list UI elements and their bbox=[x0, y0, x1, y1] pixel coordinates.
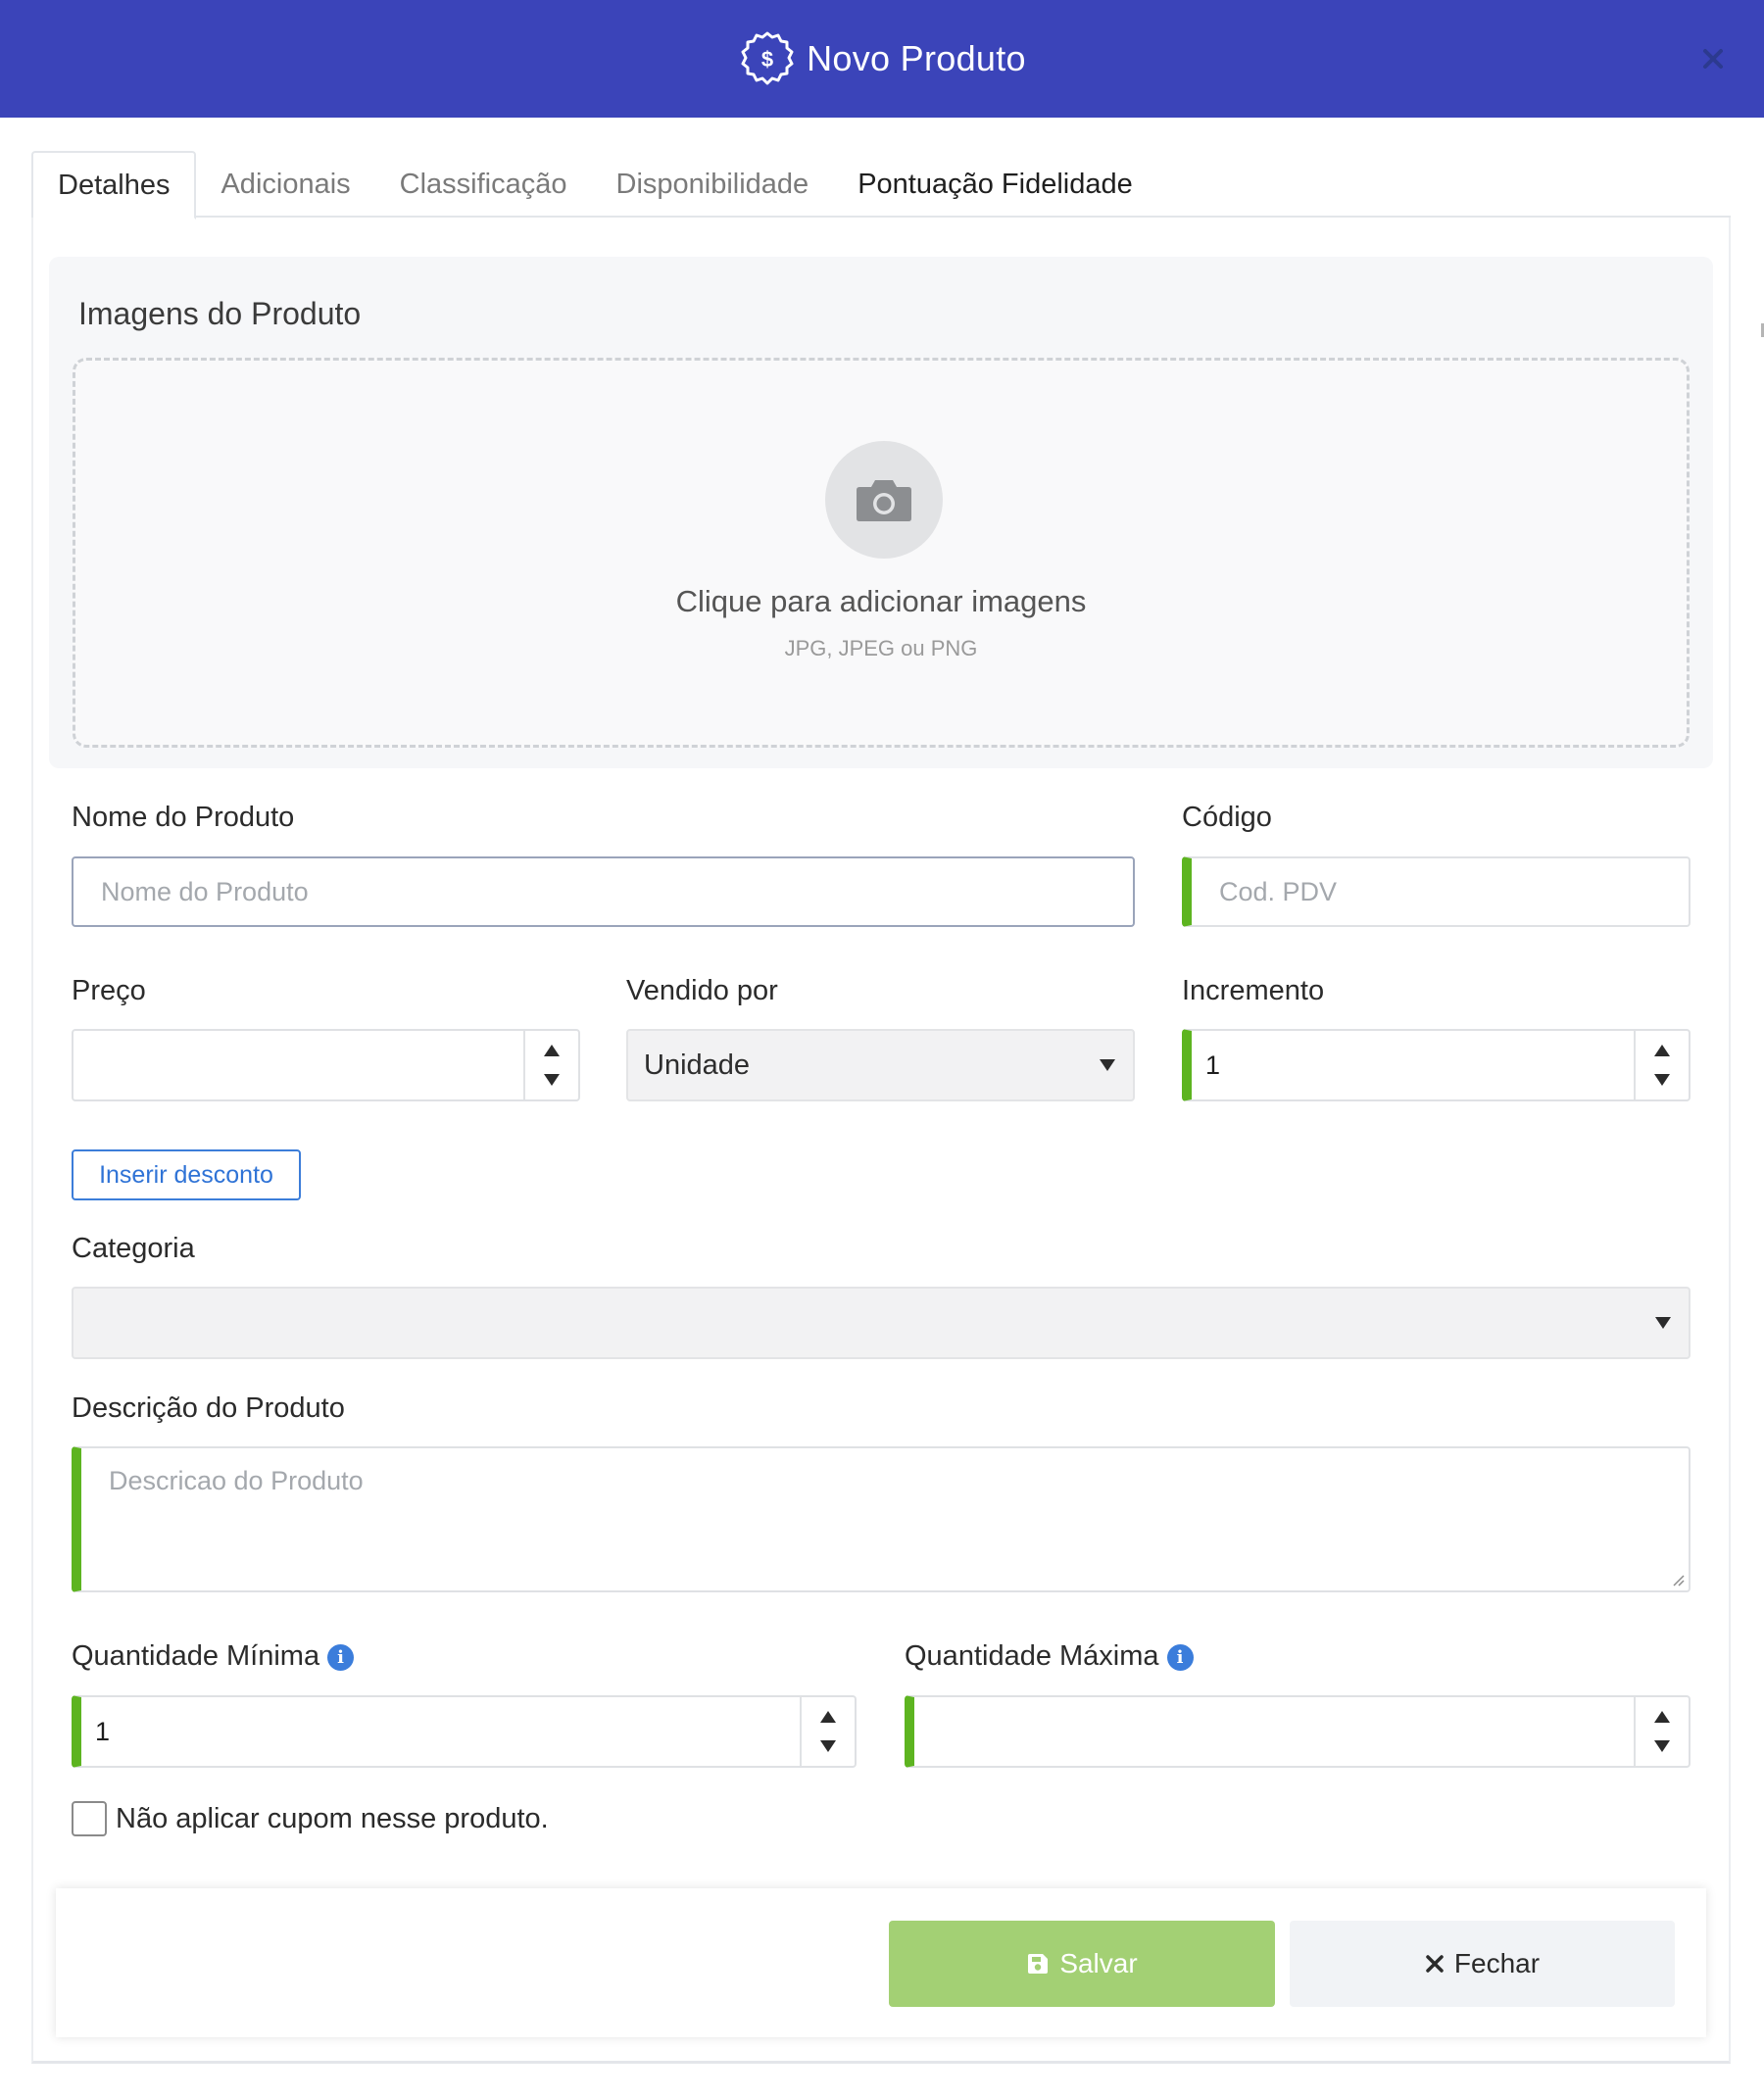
dropzone-subtitle: JPG, JPEG ou PNG bbox=[784, 636, 978, 660]
vendido-por-selected: Unidade bbox=[644, 1049, 751, 1081]
chevron-down-icon bbox=[1655, 1317, 1671, 1329]
stepper-down-icon[interactable] bbox=[820, 1740, 836, 1752]
tab-adicionais[interactable]: Adicionais bbox=[196, 151, 374, 218]
stepper-up-icon[interactable] bbox=[544, 1045, 560, 1056]
descricao-label: Descrição do Produto bbox=[72, 1392, 345, 1424]
codigo-label: Código bbox=[1182, 802, 1272, 833]
close-icon bbox=[1426, 1955, 1444, 1973]
tab-bar: Detalhes Adicionais Classificação Dispon… bbox=[31, 151, 1731, 220]
preco-input[interactable] bbox=[72, 1029, 580, 1101]
modal-header: $ Novo Produto bbox=[0, 0, 1764, 118]
tab-classificacao[interactable]: Classificação bbox=[375, 151, 592, 218]
codigo-placeholder: Cod. PDV bbox=[1219, 876, 1338, 906]
dropzone-title: Clique para adicionar imagens bbox=[675, 584, 1087, 618]
incremento-input[interactable]: 1 bbox=[1182, 1029, 1690, 1101]
preco-label: Preço bbox=[72, 975, 146, 1006]
preco-stepper[interactable] bbox=[523, 1031, 578, 1099]
nao-aplicar-cupom-checkbox[interactable] bbox=[72, 1801, 107, 1836]
stepper-down-icon[interactable] bbox=[1654, 1740, 1670, 1752]
tab-disponibilidade[interactable]: Disponibilidade bbox=[592, 151, 834, 218]
fechar-label: Fechar bbox=[1453, 1948, 1541, 1978]
svg-text:$: $ bbox=[761, 47, 773, 72]
save-button[interactable]: Salvar bbox=[889, 1921, 1275, 2007]
modal-title: Novo Produto bbox=[807, 38, 1026, 78]
save-label: Salvar bbox=[1059, 1948, 1138, 1978]
categoria-label: Categoria bbox=[72, 1233, 195, 1264]
incremento-value: 1 bbox=[1205, 1050, 1221, 1080]
codigo-input[interactable]: Cod. PDV bbox=[1182, 856, 1690, 927]
quantidade-minima-input[interactable]: 1 bbox=[72, 1695, 857, 1768]
nao-aplicar-cupom-label[interactable]: Não aplicar cupom nesse produto. bbox=[116, 1801, 549, 1836]
stepper-up-icon[interactable] bbox=[1654, 1711, 1670, 1723]
quantidade-minima-value: 1 bbox=[95, 1716, 111, 1746]
fechar-button[interactable]: Fechar bbox=[1290, 1921, 1675, 2007]
nome-placeholder: Nome do Produto bbox=[101, 876, 309, 906]
categoria-select[interactable] bbox=[72, 1287, 1690, 1359]
quantidade-maxima-stepper[interactable] bbox=[1634, 1697, 1689, 1766]
quantidade-minima-label: Quantidade Mínima i bbox=[72, 1640, 355, 1673]
quantidade-maxima-input[interactable] bbox=[905, 1695, 1690, 1768]
vendido-por-label: Vendido por bbox=[626, 975, 778, 1006]
chevron-down-icon bbox=[1100, 1059, 1115, 1071]
resize-handle-icon[interactable] bbox=[1669, 1571, 1685, 1586]
info-icon[interactable]: i bbox=[1166, 1644, 1194, 1671]
info-icon[interactable]: i bbox=[327, 1644, 355, 1671]
close-icon[interactable] bbox=[1691, 37, 1735, 80]
images-section: Imagens do Produto Clique para adicionar… bbox=[49, 257, 1713, 768]
stepper-down-icon[interactable] bbox=[544, 1074, 560, 1086]
quantidade-minima-text: Quantidade Mínima bbox=[72, 1640, 320, 1672]
incremento-label: Incremento bbox=[1182, 975, 1325, 1006]
vendido-por-select[interactable]: Unidade bbox=[626, 1029, 1135, 1101]
nome-input[interactable]: Nome do Produto bbox=[72, 856, 1135, 927]
descricao-textarea[interactable]: Descricao do Produto bbox=[72, 1446, 1690, 1592]
tab-detalhes[interactable]: Detalhes bbox=[31, 151, 197, 220]
stepper-up-icon[interactable] bbox=[820, 1711, 836, 1723]
header-title-wrap: $ Novo Produto bbox=[738, 29, 1026, 88]
camera-icon bbox=[825, 441, 943, 559]
stepper-down-icon[interactable] bbox=[1654, 1074, 1670, 1086]
incremento-stepper[interactable] bbox=[1634, 1031, 1689, 1099]
stepper-up-icon[interactable] bbox=[1654, 1045, 1670, 1056]
quantidade-maxima-text: Quantidade Máxima bbox=[905, 1640, 1159, 1672]
inserir-desconto-button[interactable]: Inserir desconto bbox=[72, 1149, 301, 1200]
floppy-disk-icon bbox=[1028, 1954, 1049, 1974]
nome-label: Nome do Produto bbox=[72, 802, 295, 833]
tab-pontuacao-fidelidade[interactable]: Pontuação Fidelidade bbox=[833, 151, 1157, 218]
descricao-placeholder: Descricao do Produto bbox=[109, 1466, 364, 1495]
images-section-title: Imagens do Produto bbox=[78, 296, 362, 331]
quantidade-maxima-label: Quantidade Máxima i bbox=[905, 1640, 1194, 1673]
quantidade-minima-stepper[interactable] bbox=[800, 1697, 855, 1766]
dollar-badge-icon: $ bbox=[741, 31, 794, 85]
image-dropzone[interactable]: Clique para adicionar imagens JPG, JPEG … bbox=[73, 358, 1690, 748]
modal-footer: Salvar Fechar bbox=[56, 1888, 1706, 2037]
